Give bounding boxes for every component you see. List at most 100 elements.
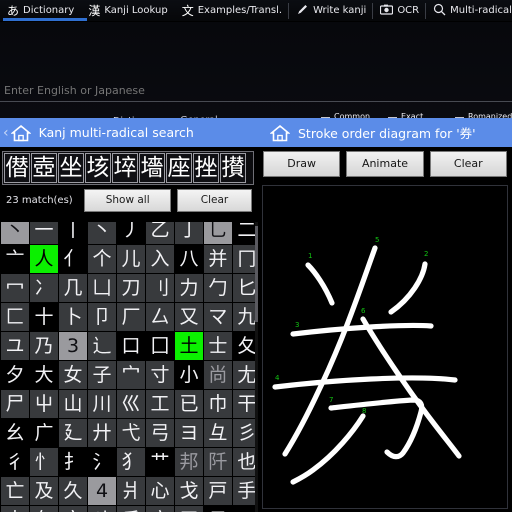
radical-cell[interactable]: 夕 [1,361,30,389]
radical-grid-container[interactable]: 丶一丨丶丿乙亅乚二亠人亻个儿入八并冂冖冫几凵刀刂力勹匕匚十卜卩厂厶又マ九ユ乃3辶… [0,222,258,512]
radical-cell[interactable]: 工 [145,390,175,418]
radical-cell[interactable]: 丶 [87,222,117,244]
kanji-result-list[interactable]: 僣 壺 坐 垓 埣 墻 座 挫 攅 [2,151,254,185]
radical-cell[interactable]: 屮 [29,390,59,418]
kanji-result[interactable]: 埣 [112,153,138,183]
radical-grid[interactable]: 丶一丨丶丿乙亅乚二亠人亻个儿入八并冂冖冫几凵刀刂力勹匕匚十卜卩厂厶又マ九ユ乃3辶… [1,222,258,512]
radical-cell[interactable]: 弓 [145,419,175,447]
radical-cell[interactable]: 士 [203,332,232,360]
radical-cell[interactable]: 丶 [1,222,30,244]
radical-cell[interactable]: 儿 [116,245,146,273]
kanji-result[interactable]: 座 [166,153,192,183]
radical-cell[interactable]: 卩 [87,303,117,331]
radical-cell[interactable]: 巛 [116,390,146,418]
chevron-left-icon[interactable]: ‹ [3,125,9,141]
radical-cell[interactable]: 小 [174,361,203,389]
radical-cell[interactable]: 弋 [116,419,146,447]
radical-cell[interactable]: 勹 [203,274,232,302]
radical-cell[interactable]: 乙 [145,222,175,244]
radical-cell[interactable]: 并 [203,245,232,273]
radical-cell[interactable]: 八 [174,245,203,273]
radical-cell[interactable]: 力 [174,274,203,302]
radical-cell[interactable]: 入 [145,245,175,273]
radical-cell[interactable]: 斗 [87,506,117,512]
radical-cell[interactable]: 艹 [145,448,175,476]
radical-cell[interactable]: ヨ [174,419,203,447]
radical-cell[interactable]: 廴 [58,419,88,447]
radical-cell[interactable]: 女 [58,361,88,389]
radical-cell[interactable]: 乚 [203,222,232,244]
radical-cell[interactable]: 广 [29,419,59,447]
kanji-result[interactable]: 壺 [31,153,57,183]
radical-cell[interactable]: 刂 [145,274,175,302]
radical-cell[interactable]: 亅 [174,222,203,244]
tab-examples-translation[interactable]: 文 Examples/Transl. [175,0,290,22]
radical-cell[interactable]: 几 [58,274,88,302]
kanji-result[interactable]: 坐 [58,153,84,183]
radical-cell[interactable]: 日 [203,506,232,512]
radical-cell[interactable]: マ [203,303,232,331]
radical-cell[interactable]: 卜 [58,303,88,331]
radical-cell[interactable]: 刀 [116,274,146,302]
radical-cell[interactable]: 辶 [87,332,117,360]
radical-cell[interactable]: 无 [174,506,203,512]
radical-cell[interactable]: 一 [29,222,59,244]
home-icon[interactable] [10,124,31,142]
radical-cell[interactable]: 口 [116,332,146,360]
radical-cell[interactable]: 忄 [29,448,59,476]
radical-cell[interactable]: 冖 [1,274,30,302]
radical-cell[interactable]: 幺 [1,419,30,447]
radical-cell[interactable]: 尚 [203,361,232,389]
tab-kanji-lookup[interactable]: 漢 Kanji Lookup [81,0,174,22]
radical-cell[interactable]: 土 [174,332,203,360]
radical-cell[interactable]: 邦 [174,448,203,476]
radical-cell[interactable]: 扌 [58,448,88,476]
radical-cell[interactable]: 斤 [116,506,146,512]
radical-cell[interactable]: 宀 [116,361,146,389]
radical-cell[interactable]: 巾 [203,390,232,418]
radical-cell[interactable]: 子 [87,361,117,389]
radical-cell[interactable]: 凵 [87,274,117,302]
kanji-result[interactable]: 攅 [220,153,246,183]
radical-cell[interactable]: 厶 [145,303,175,331]
kanji-result[interactable]: 墻 [139,153,165,183]
clear-radicals-button[interactable]: Clear [176,188,253,212]
radical-cell[interactable]: 彳 [1,448,30,476]
tab-write-kanji[interactable]: Write kanji [289,0,374,22]
animate-button[interactable]: Animate [346,151,424,177]
show-all-button[interactable]: Show all [84,188,171,212]
radical-cell[interactable]: 亻 [58,245,88,273]
radical-cell[interactable]: 大 [29,361,59,389]
radical-cell[interactable]: 个 [87,245,117,273]
tab-ocr[interactable]: OCR [373,0,426,22]
radical-cell[interactable]: 3 [58,332,88,360]
radical-cell[interactable]: 方 [145,506,175,512]
radical-cell[interactable]: 亡 [1,477,30,505]
radical-cell[interactable]: 爿 [116,477,146,505]
radical-cell[interactable]: 彑 [203,419,232,447]
radical-cell[interactable]: 丨 [58,222,88,244]
radical-cell[interactable]: 又 [174,303,203,331]
radical-cell[interactable]: 厂 [116,303,146,331]
radical-cell[interactable]: 十 [29,303,59,331]
radical-cell[interactable]: 亠 [1,245,30,273]
radical-cell[interactable]: 川 [87,390,117,418]
radical-cell[interactable]: 山 [58,390,88,418]
radical-cell[interactable]: 心 [145,477,175,505]
radical-cell[interactable]: 及 [29,477,59,505]
kanji-result[interactable]: 挫 [193,153,219,183]
radical-cell[interactable]: 攵 [29,506,59,512]
radical-cell[interactable]: 文 [58,506,88,512]
radical-cell[interactable]: 乃 [29,332,59,360]
radical-cell[interactable]: 冫 [29,274,59,302]
radical-cell[interactable]: 4 [87,477,117,505]
radical-cell[interactable]: 氵 [87,448,117,476]
radical-cell[interactable]: 戈 [174,477,203,505]
radical-cell[interactable]: 囗 [145,332,175,360]
radical-cell[interactable]: 匚 [1,303,30,331]
kanji-result[interactable]: 僣 [4,153,30,183]
radical-cell[interactable]: ユ [1,332,30,360]
radical-cell[interactable]: 阡 [203,448,232,476]
radical-cell[interactable]: 已 [174,390,203,418]
radical-cell[interactable]: 尸 [1,390,30,418]
